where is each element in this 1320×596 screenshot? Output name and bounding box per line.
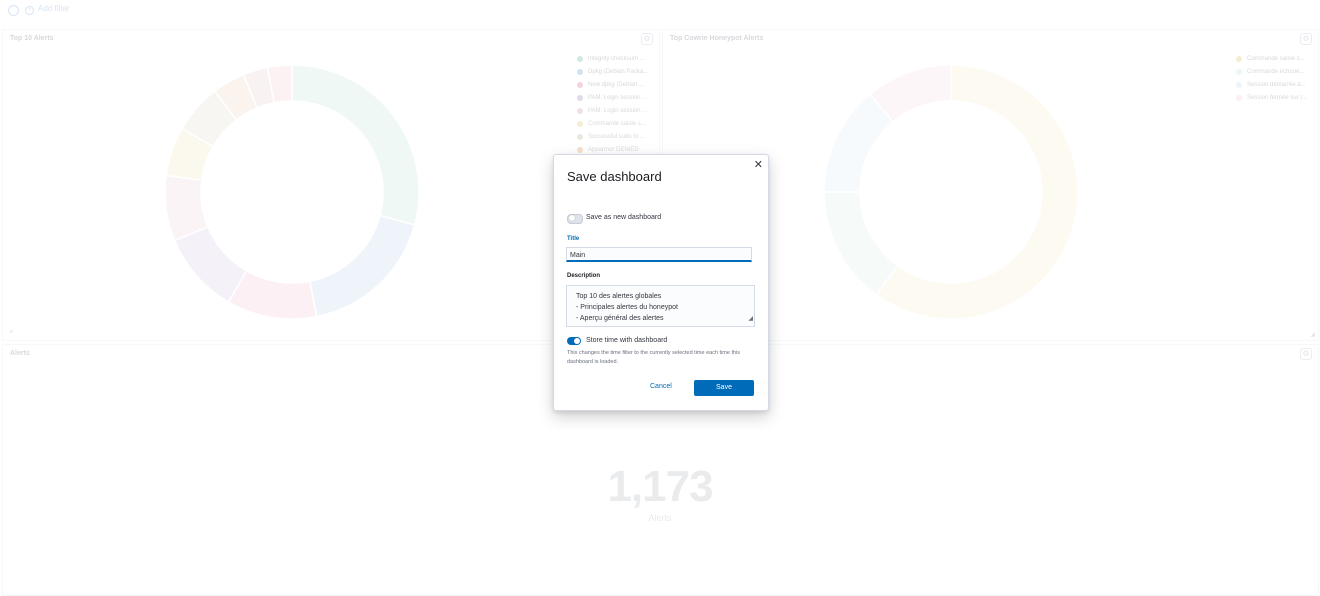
store-time-label: Store time with dashboard xyxy=(586,337,668,344)
save-as-new-label: Save as new dashboard xyxy=(586,214,662,221)
close-icon[interactable]: ✕ xyxy=(754,158,763,171)
description-line: - Aperçu général des alertes xyxy=(576,315,664,322)
description-line: Top 10 des alertes globales xyxy=(576,293,662,300)
title-input[interactable]: Main xyxy=(566,247,752,262)
toggle-knob xyxy=(574,338,580,344)
description-textarea[interactable]: Top 10 des alertes globales - Principale… xyxy=(566,285,755,327)
modal-title: Save dashboard xyxy=(567,169,662,184)
store-time-toggle[interactable] xyxy=(567,337,581,345)
toggle-knob xyxy=(569,215,575,221)
textarea-resize-icon[interactable]: ◢ xyxy=(748,314,753,325)
description-field-label: Description xyxy=(567,273,601,279)
title-field-label: Title xyxy=(567,236,580,242)
save-dashboard-modal: ✕ Save dashboard Save as new dashboard T… xyxy=(553,154,769,411)
cancel-button[interactable]: Cancel xyxy=(650,383,672,390)
save-button[interactable]: Save xyxy=(694,380,754,396)
description-line: - Principales alertes du honeypot xyxy=(576,304,678,311)
store-time-help-text: This changes the time filter to the curr… xyxy=(567,350,741,365)
save-as-new-toggle[interactable] xyxy=(567,214,583,224)
